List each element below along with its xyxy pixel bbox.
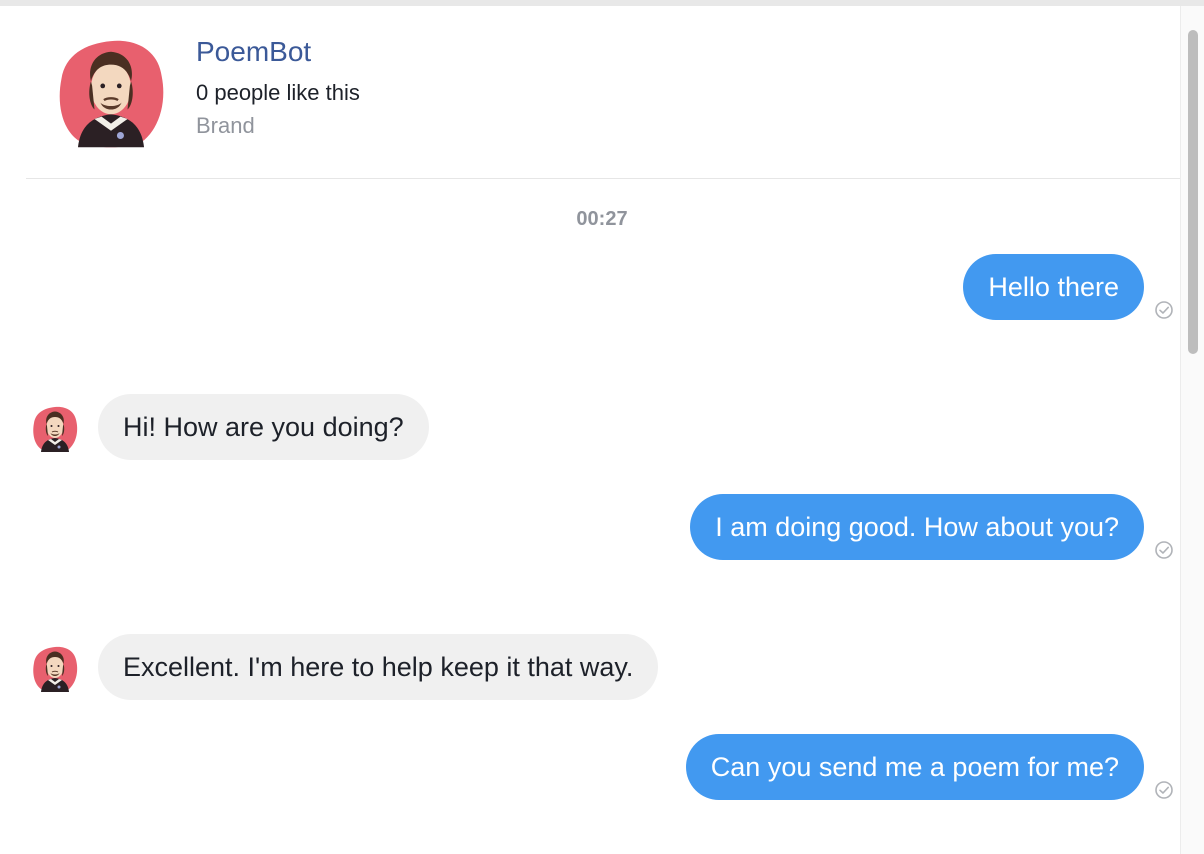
- bot-avatar[interactable]: [30, 644, 80, 694]
- message-timestamp: 00:27: [576, 208, 628, 230]
- scrollbar[interactable]: [1180, 6, 1204, 854]
- check-circle-icon: [1154, 540, 1174, 560]
- page-avatar[interactable]: [52, 34, 170, 152]
- page-name[interactable]: PoemBot: [196, 36, 311, 68]
- check-circle-icon: [1154, 300, 1174, 320]
- messenger-chat-window: PoemBot 0 people like this Brand 00:27 H…: [0, 0, 1204, 854]
- incoming-message[interactable]: Hi! How are you doing?: [98, 394, 429, 460]
- page-likes-count: 0 people like this: [196, 80, 360, 105]
- outgoing-message[interactable]: Hello there: [963, 254, 1144, 320]
- page-header: PoemBot 0 people like this Brand: [26, 12, 1180, 179]
- page-category: Brand: [196, 113, 255, 138]
- incoming-message[interactable]: Excellent. I'm here to help keep it that…: [98, 634, 659, 700]
- scrollbar-thumb[interactable]: [1188, 30, 1198, 354]
- outgoing-message[interactable]: Can you send me a poem for me?: [685, 734, 1144, 800]
- outgoing-message[interactable]: I am doing good. How about you?: [690, 494, 1144, 560]
- bot-avatar[interactable]: [30, 404, 80, 454]
- check-circle-icon: [1154, 780, 1174, 800]
